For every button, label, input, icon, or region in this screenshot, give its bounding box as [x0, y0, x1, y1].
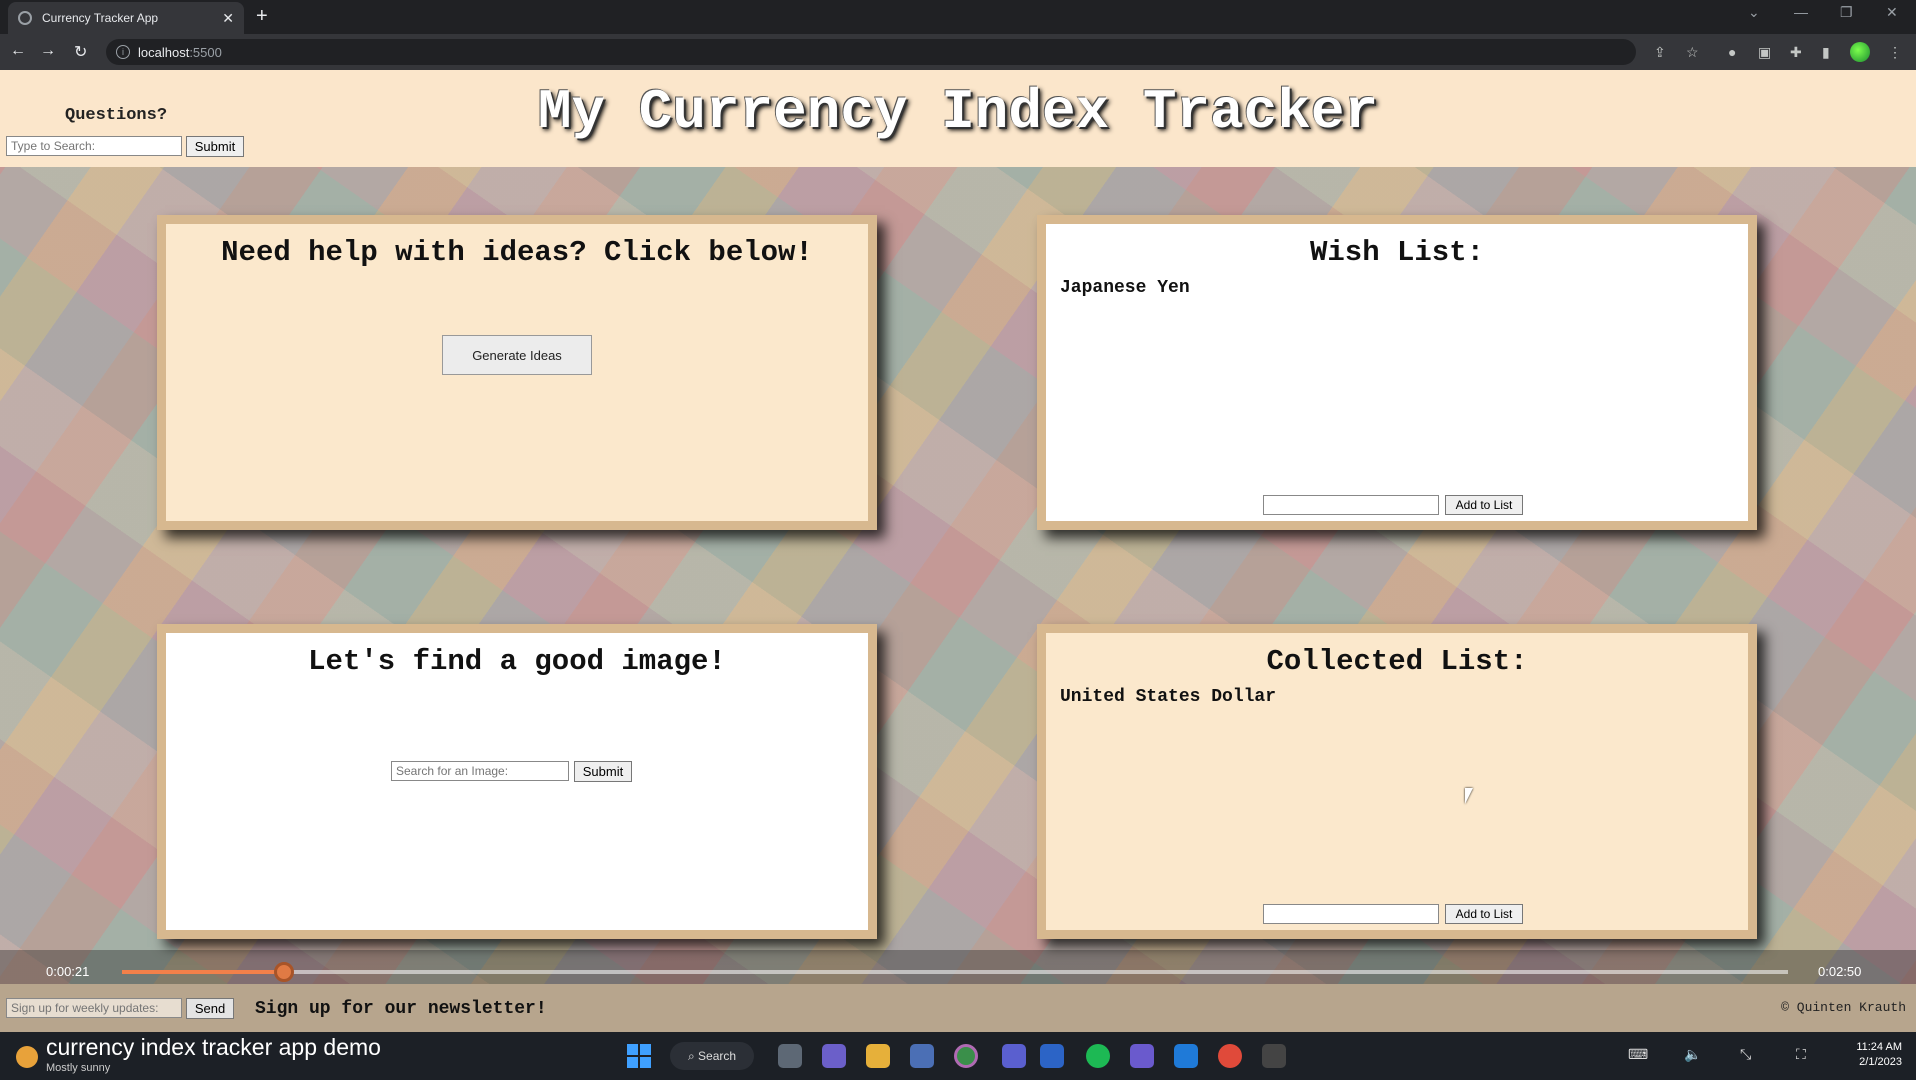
- current-time: 0:00:21: [46, 964, 90, 979]
- newsletter-text: Sign up for our newsletter!: [255, 999, 547, 1019]
- vscode-icon[interactable]: [1174, 1044, 1198, 1068]
- close-window-icon[interactable]: ✕: [1886, 4, 1898, 21]
- side-panel-icon[interactable]: ▮: [1822, 44, 1830, 61]
- page-content: Questions? Submit My Currency Index Trac…: [0, 70, 1916, 1032]
- taskbar-search-label: Search: [698, 1049, 737, 1063]
- minimize-icon[interactable]: —: [1794, 4, 1808, 20]
- discord-icon[interactable]: [1002, 1044, 1026, 1068]
- ideas-heading: Need help with ideas? Click below!: [221, 236, 813, 269]
- page-footer: Send Sign up for our newsletter! © Quint…: [0, 984, 1916, 1032]
- store-icon[interactable]: [910, 1044, 934, 1068]
- copyright-credit: © Quinten Krauth: [1781, 1000, 1906, 1015]
- bookmark-star-icon[interactable]: ☆: [1686, 44, 1699, 61]
- address-bar-row: ← → ↻ i localhost:5500 ⇪ ☆ ● ▣ ✚ ▮ ⋮: [0, 34, 1916, 70]
- reload-icon[interactable]: ↻: [74, 42, 87, 62]
- info-icon[interactable]: i: [116, 45, 130, 59]
- globe-icon: [18, 11, 32, 25]
- recorder-icon[interactable]: [1262, 1044, 1286, 1068]
- teams-icon[interactable]: [822, 1044, 846, 1068]
- url-port: :5500: [189, 44, 222, 60]
- page-header: Questions? Submit My Currency Index Trac…: [0, 70, 1916, 167]
- pause-video-icon[interactable]: [954, 1044, 978, 1068]
- video-title: currency index tracker app demo: [46, 1034, 381, 1060]
- share-icon[interactable]: ⇪: [1654, 44, 1666, 61]
- weather-sun-icon[interactable]: [16, 1046, 38, 1068]
- keyboard-icon[interactable]: ⌨: [1628, 1046, 1648, 1063]
- new-tab-icon[interactable]: +: [256, 5, 268, 28]
- browser-tab-bar: Currency Tracker App ✕ + ⌄ — ❐ ✕: [0, 0, 1916, 34]
- ideas-panel: Need help with ideas? Click below! Gener…: [157, 215, 877, 530]
- weather-text: Mostly sunny: [46, 1062, 111, 1074]
- address-input[interactable]: i localhost:5500: [106, 39, 1636, 65]
- wish-list-heading: Wish List:: [1309, 236, 1485, 269]
- video-player-bar: 0:00:21 0:02:50: [0, 950, 1916, 984]
- file-explorer-icon[interactable]: [866, 1044, 890, 1068]
- task-view-icon[interactable]: [778, 1044, 802, 1068]
- wish-list-input[interactable]: [1263, 495, 1439, 515]
- chrome-icon[interactable]: [1218, 1044, 1242, 1068]
- generate-ideas-button[interactable]: Generate Ideas: [442, 335, 592, 375]
- volume-icon[interactable]: 🔈: [1684, 1046, 1701, 1063]
- tab-search-icon[interactable]: ⌄: [1748, 4, 1760, 21]
- image-heading: Let's find a good image!: [308, 645, 726, 678]
- forward-icon[interactable]: →: [40, 42, 56, 60]
- restore-icon[interactable]: ❐: [1840, 4, 1853, 21]
- app-icon[interactable]: [1130, 1044, 1154, 1068]
- collected-add-button[interactable]: Add to List: [1445, 904, 1523, 924]
- profile-avatar[interactable]: [1850, 42, 1870, 62]
- windows-taskbar: currency index tracker app demo Mostly s…: [0, 1032, 1916, 1080]
- newsletter-email-input[interactable]: [6, 998, 182, 1018]
- collected-list-heading: Collected List:: [1266, 645, 1528, 678]
- url-host: localhost: [138, 44, 190, 60]
- windows-start-icon[interactable]: [627, 1044, 651, 1068]
- tab-title: Currency Tracker App: [42, 11, 159, 25]
- seek-bar[interactable]: [122, 962, 1788, 982]
- system-clock[interactable]: 11:24 AM 2/1/2023: [1856, 1040, 1902, 1070]
- close-tab-icon[interactable]: ✕: [222, 10, 234, 27]
- menu-kebab-icon[interactable]: ⋮: [1888, 44, 1902, 61]
- wish-add-button[interactable]: Add to List: [1445, 495, 1523, 515]
- collected-list-input[interactable]: [1263, 904, 1439, 924]
- teams-work-icon[interactable]: [1040, 1044, 1064, 1068]
- wish-list-panel: Wish List: Japanese Yen Add to List: [1037, 215, 1757, 530]
- list-item: Japanese Yen: [1060, 278, 1190, 298]
- image-submit-button[interactable]: Submit: [574, 761, 632, 782]
- collected-list-panel: Collected List: United States Dollar Add…: [1037, 624, 1757, 939]
- spotify-icon[interactable]: [1086, 1044, 1110, 1068]
- puzzle-icon[interactable]: ✚: [1790, 44, 1802, 61]
- mouse-cursor-icon: [1465, 788, 1473, 804]
- clock-time: 11:24 AM: [1856, 1041, 1902, 1053]
- seek-handle[interactable]: [273, 962, 294, 982]
- back-icon[interactable]: ←: [10, 42, 26, 60]
- fullscreen-icon[interactable]: ⛶: [1796, 1046, 1806, 1063]
- image-search-panel: Let's find a good image! Submit: [157, 624, 877, 939]
- image-search-input[interactable]: [391, 761, 569, 781]
- extension-icon[interactable]: ●: [1728, 44, 1736, 60]
- clock-date: 2/1/2023: [1859, 1056, 1902, 1068]
- total-time: 0:02:50: [1818, 964, 1862, 979]
- list-item: United States Dollar: [1060, 687, 1277, 707]
- minimize-player-icon[interactable]: ⤡: [1740, 1046, 1751, 1063]
- newsletter-send-button[interactable]: Send: [186, 998, 234, 1019]
- extension-icon[interactable]: ▣: [1758, 44, 1771, 61]
- browser-tab[interactable]: Currency Tracker App ✕: [8, 2, 244, 34]
- taskbar-search-button[interactable]: ⌕ Search: [670, 1042, 754, 1070]
- seek-progress: [122, 970, 284, 974]
- search-icon: ⌕: [687, 1048, 699, 1063]
- page-title: My Currency Index Tracker: [537, 80, 1379, 144]
